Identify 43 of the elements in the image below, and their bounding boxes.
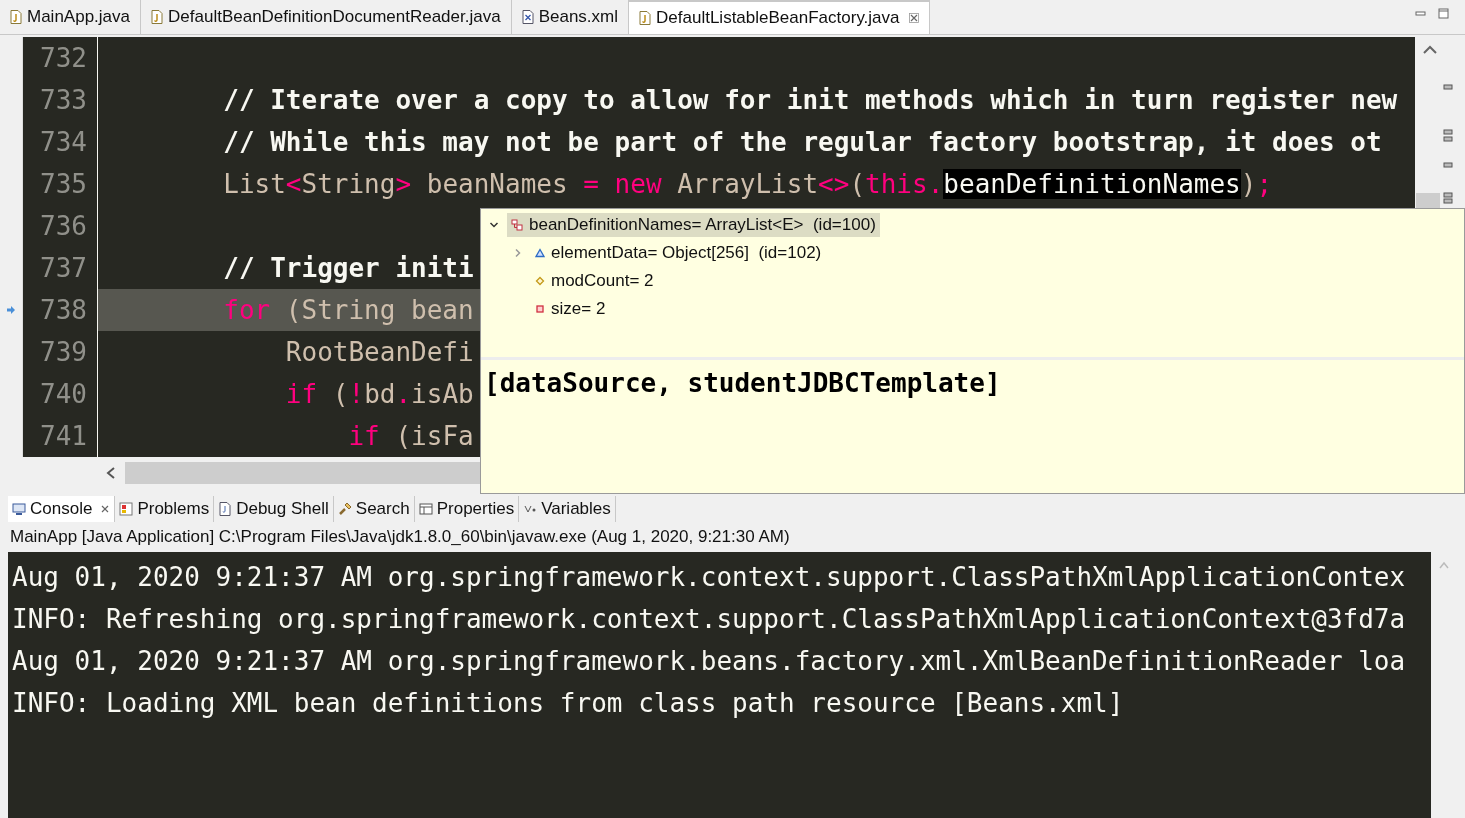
variable-row[interactable]: beanDefinitionNames= ArrayList<E> (id=100): [507, 213, 880, 237]
line-number: 740: [40, 379, 87, 409]
line-number: 739: [40, 337, 87, 367]
triangle-icon: [535, 248, 545, 258]
variable-row[interactable]: size= 2: [531, 297, 610, 321]
editor-tab[interactable]: DefaultBeanDefinitionDocumentReader.java: [141, 0, 512, 34]
scroll-left-icon[interactable]: [105, 466, 117, 480]
java-file-icon: [639, 11, 652, 25]
square-icon: [535, 304, 545, 314]
monitor-icon: [12, 502, 26, 516]
close-icon[interactable]: [100, 504, 111, 514]
editor-tab[interactable]: DefaultListableBeanFactory.java: [629, 0, 930, 34]
view-tab[interactable]: Variables: [519, 496, 616, 522]
java-file-icon: [10, 10, 22, 24]
view-tab[interactable]: Debug Shell: [214, 496, 334, 522]
line-number: 732: [40, 43, 87, 73]
xml-file-icon: [521, 10, 534, 24]
line-number: 733: [40, 85, 87, 115]
view-tab[interactable]: Console: [8, 496, 116, 522]
close-icon[interactable]: [908, 13, 919, 23]
view-tab[interactable]: Search: [333, 496, 415, 522]
view-tab[interactable]: Properties: [414, 496, 520, 522]
line-number: 735: [40, 169, 87, 199]
line-number: 738: [40, 295, 87, 325]
warning-list-icon: [119, 502, 134, 516]
line-number: 736: [40, 211, 87, 241]
view-tab[interactable]: Problems: [115, 496, 215, 522]
line-number: 737: [40, 253, 87, 283]
line-number: 734: [40, 127, 87, 157]
variable-icon: [511, 219, 523, 231]
diamond-icon: [535, 276, 545, 286]
console-line: INFO: Loading XML bean definitions from class path resource [Beans.xml]: [12, 688, 1124, 718]
chevron-down-icon[interactable]: [489, 220, 499, 230]
editor-tab[interactable]: MainApp.java: [0, 0, 141, 34]
console-line: Aug 01, 2020 9:21:37 AM org.springframework.beans.factory.xml.XmlBeanDefinitionReader loa: [12, 646, 1406, 676]
launch-label: MainApp [Java Application] C:\Program Files\Java\jdk1.8.0_60\bin\javaw.exe (Aug 1, 2020, 9:21:30 AM): [10, 527, 790, 547]
maximize-icon[interactable]: [1438, 8, 1449, 19]
document-icon: [218, 502, 233, 516]
table-icon: [418, 502, 433, 516]
line-number: 741: [40, 421, 87, 451]
console-line: Aug 01, 2020 9:21:37 AM org.springframework.context.support.ClassPathXmlApplicationContex: [12, 562, 1406, 592]
console-line: INFO: Refreshing org.springframework.context.support.ClassPathXmlApplicationContext@3fd7a: [12, 604, 1406, 634]
java-file-icon: [151, 10, 163, 24]
